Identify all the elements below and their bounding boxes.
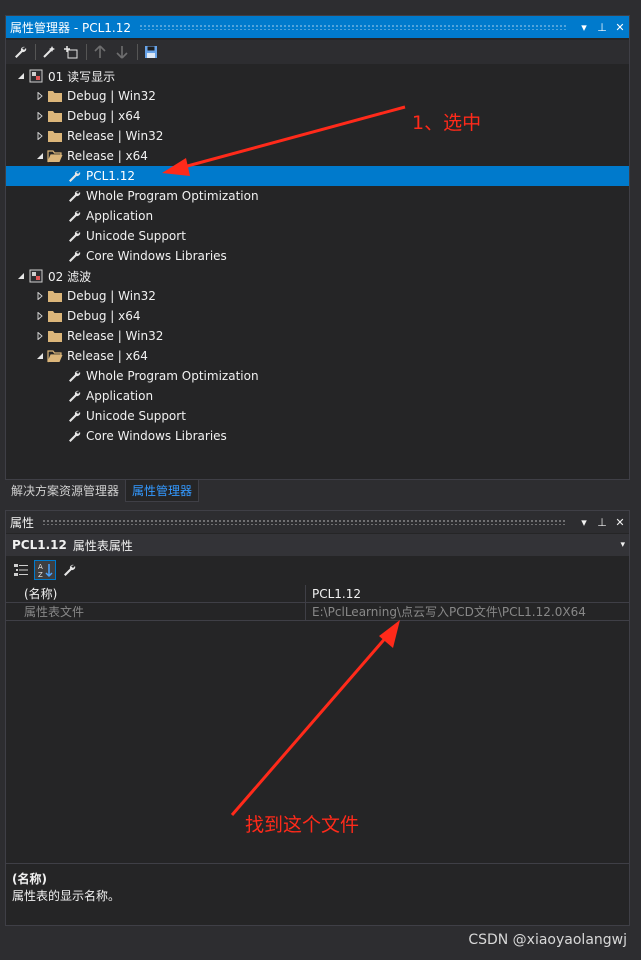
watermark: CSDN @xiaoyaolangwj xyxy=(468,932,627,948)
arrow-to-file-path xyxy=(230,620,400,816)
arrow-to-selected-item xyxy=(162,105,406,176)
annotation-select-note: 1、选中 xyxy=(412,112,482,134)
annotation-file-note: 找到这个文件 xyxy=(245,814,360,836)
